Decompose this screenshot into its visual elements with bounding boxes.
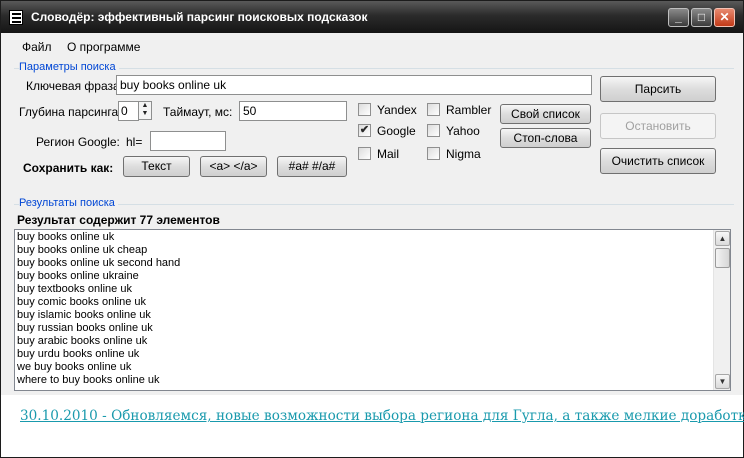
engine-label-google[interactable]: Google bbox=[377, 124, 416, 138]
list-item[interactable]: buy books online uk bbox=[17, 231, 712, 244]
save-anchor-button[interactable]: <a> </a> bbox=[200, 156, 267, 177]
menu-file[interactable]: Файл bbox=[22, 40, 52, 54]
checkbox-google[interactable]: ✔ bbox=[358, 124, 371, 137]
keyword-input[interactable]: buy books online uk bbox=[116, 75, 592, 95]
timeout-input[interactable]: 50 bbox=[239, 101, 347, 121]
checkbox-mail[interactable] bbox=[358, 147, 371, 160]
engine-label-yahoo[interactable]: Yahoo bbox=[446, 124, 480, 138]
list-item[interactable]: buy textbooks online uk bbox=[17, 283, 712, 296]
depth-stepper[interactable]: ▲ ▼ bbox=[138, 101, 152, 120]
search-params-group bbox=[14, 68, 734, 69]
title-bar[interactable]: Словодёр: эффективный парсинг поисковых … bbox=[1, 1, 743, 33]
scroll-up-icon[interactable]: ▲ bbox=[715, 231, 730, 246]
menu-bar: Файл О программе bbox=[2, 34, 742, 58]
engine-label-mail[interactable]: Mail bbox=[377, 147, 399, 161]
list-item[interactable]: buy books online uk cheap bbox=[17, 244, 712, 257]
list-item[interactable]: buy arabic books online uk bbox=[17, 335, 712, 348]
timeout-label: Таймаут, мс: bbox=[163, 105, 233, 119]
list-item[interactable]: where to buy books online uk bbox=[17, 374, 712, 387]
results-items: buy books online uk buy books online uk c… bbox=[17, 231, 712, 387]
list-item[interactable]: buy urdu books online uk bbox=[17, 348, 712, 361]
hl-label: hl= bbox=[126, 135, 143, 149]
list-item[interactable]: buy russian books online uk bbox=[17, 322, 712, 335]
menu-about[interactable]: О программе bbox=[67, 40, 140, 54]
list-item[interactable]: buy islamic books online uk bbox=[17, 309, 712, 322]
results-title: Результаты поиска bbox=[19, 197, 118, 209]
clear-list-button[interactable]: Очистить список bbox=[600, 148, 716, 174]
check-icon: ✔ bbox=[359, 124, 370, 136]
maximize-button[interactable]: □ bbox=[691, 8, 712, 27]
notepad-icon bbox=[9, 10, 23, 25]
results-scrollbar[interactable]: ▲ ▼ bbox=[713, 230, 730, 390]
checkbox-nigma[interactable] bbox=[427, 147, 440, 160]
keyword-label: Ключевая фраза: bbox=[26, 79, 123, 93]
own-list-button[interactable]: Свой список bbox=[500, 104, 591, 124]
news-link[interactable]: 30.10.2010 - Обновляемся, новые возможно… bbox=[20, 408, 744, 424]
save-as-label: Сохранить как: bbox=[23, 161, 114, 175]
engine-label-yandex[interactable]: Yandex bbox=[377, 103, 417, 117]
search-params-title: Параметры поиска bbox=[19, 61, 119, 73]
close-button[interactable]: ✕ bbox=[714, 8, 735, 27]
checkbox-yandex[interactable] bbox=[358, 103, 371, 116]
app-window: Словодёр: эффективный парсинг поисковых … bbox=[0, 0, 744, 458]
engine-label-rambler[interactable]: Rambler bbox=[446, 103, 491, 117]
save-hash-button[interactable]: #a# #/a# bbox=[277, 156, 347, 177]
stop-button[interactable]: Остановить bbox=[600, 113, 716, 139]
parse-button[interactable]: Парсить bbox=[600, 76, 716, 102]
list-item[interactable]: we buy books online uk bbox=[17, 361, 712, 374]
checkbox-yahoo[interactable] bbox=[427, 124, 440, 137]
news-panel: 30.10.2010 - Обновляемся, новые возможно… bbox=[1, 395, 744, 457]
list-item[interactable]: buy books online uk second hand bbox=[17, 257, 712, 270]
spin-down-icon[interactable]: ▼ bbox=[139, 110, 151, 118]
spin-up-icon[interactable]: ▲ bbox=[139, 102, 151, 110]
list-item[interactable]: buy comic books online uk bbox=[17, 296, 712, 309]
save-text-button[interactable]: Текст bbox=[123, 156, 190, 177]
scroll-thumb[interactable] bbox=[715, 248, 730, 268]
engine-label-nigma[interactable]: Nigma bbox=[446, 147, 481, 161]
results-summary: Результат содержит 77 элементов bbox=[17, 213, 220, 227]
scroll-down-icon[interactable]: ▼ bbox=[715, 374, 730, 389]
results-group bbox=[14, 204, 734, 205]
hl-input[interactable] bbox=[150, 131, 226, 151]
region-label: Регион Google: bbox=[36, 135, 120, 149]
window-title: Словодёр: эффективный парсинг поисковых … bbox=[31, 10, 368, 24]
minimize-button[interactable]: _ bbox=[668, 8, 689, 27]
results-list[interactable]: buy books online uk buy books online uk c… bbox=[14, 229, 731, 391]
checkbox-rambler[interactable] bbox=[427, 103, 440, 116]
stop-words-button[interactable]: Стоп-слова bbox=[500, 128, 591, 148]
depth-input[interactable]: 0 bbox=[118, 101, 139, 121]
list-item[interactable]: buy books online ukraine bbox=[17, 270, 712, 283]
depth-label: Глубина парсинга: bbox=[19, 105, 122, 119]
